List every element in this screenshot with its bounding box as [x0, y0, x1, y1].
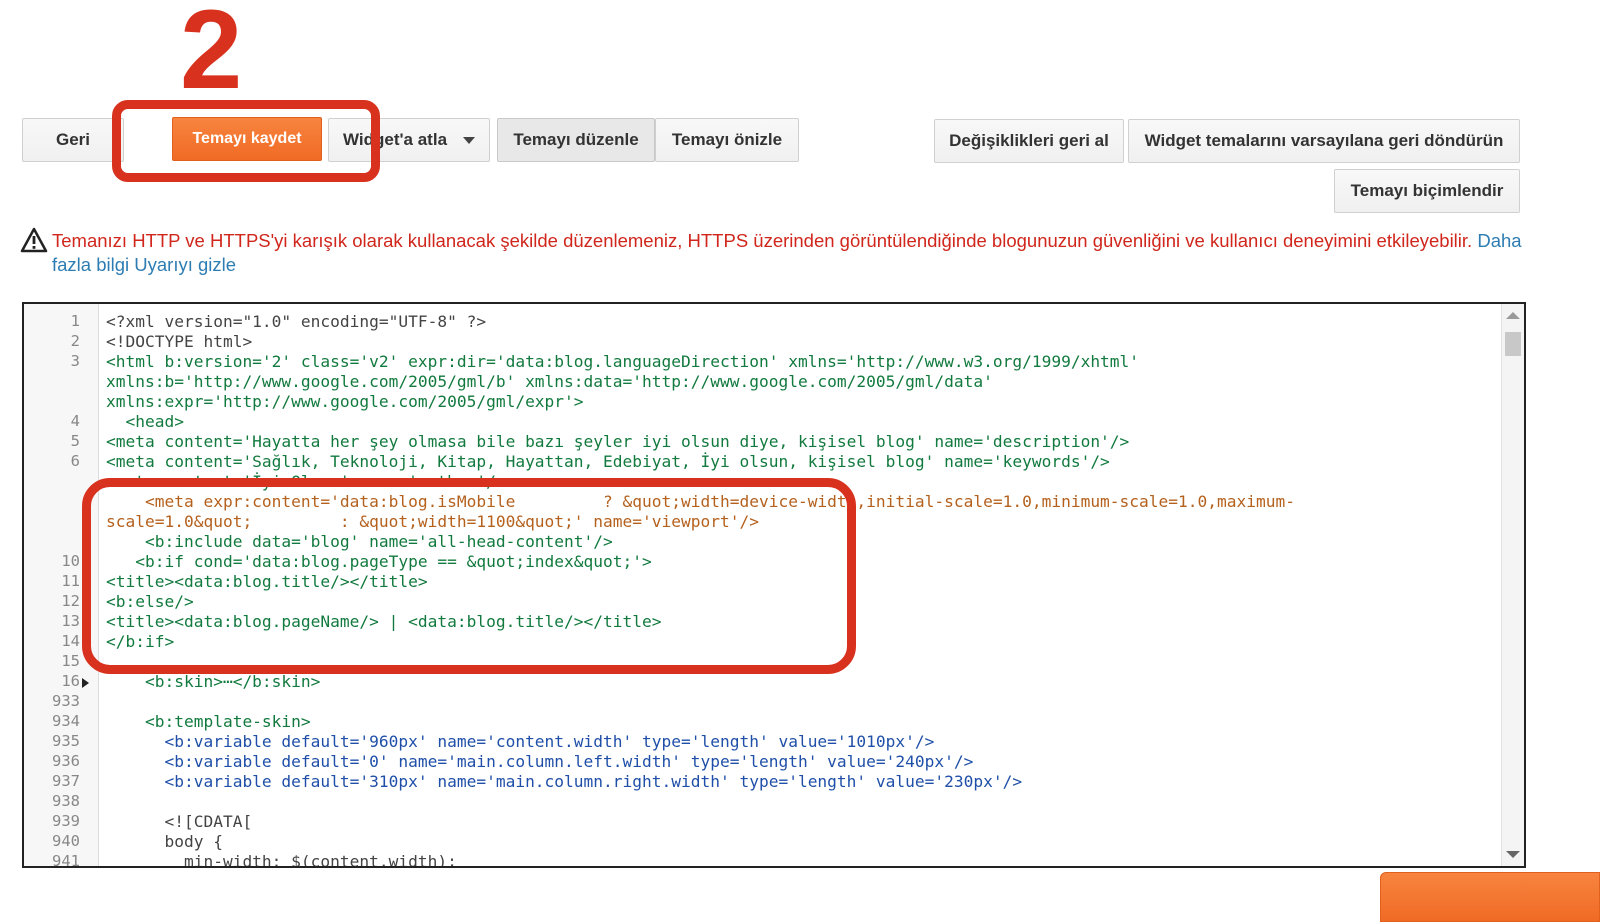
reset-widget-templates-button[interactable]: Widget temalarını varsayılana geri döndü…	[1128, 119, 1520, 163]
code-line: xmlns:b='http://www.google.com/2005/gml/…	[106, 372, 993, 391]
code-line: xmlns:expr='http://www.google.com/2005/g…	[106, 392, 584, 411]
caret-down-icon	[463, 136, 476, 144]
code-line: body {	[106, 832, 223, 851]
line-number: 4	[70, 412, 80, 430]
line-number: 934	[52, 712, 80, 730]
line-number: 935	[52, 732, 80, 750]
back-button[interactable]: Geri	[22, 118, 124, 162]
vertical-scrollbar[interactable]	[1501, 304, 1524, 866]
code-line: <meta content='Hayatta her şey olmasa bi…	[106, 432, 1130, 451]
line-number: 1	[70, 312, 80, 330]
line-number: 5	[70, 432, 80, 450]
line-number: 10	[61, 552, 80, 570]
warning-text: Temanızı HTTP ve HTTPS'yi karışık olarak…	[52, 230, 1473, 251]
annotation-box-save	[112, 100, 380, 182]
code-line: <b:skin>⋯</b:skin>	[106, 672, 321, 691]
warning-triangle-icon	[20, 227, 48, 258]
line-number: 13	[61, 612, 80, 630]
code-line: <b:variable default='0' name='main.colum…	[106, 752, 974, 771]
line-number: 936	[52, 752, 80, 770]
revert-changes-button[interactable]: Değişiklikleri geri al	[934, 119, 1124, 163]
warning-message: Temanızı HTTP ve HTTPS'yi karışık olarak…	[52, 229, 1532, 277]
line-number: 933	[52, 692, 80, 710]
format-theme-button[interactable]: Temayı biçimlendir	[1334, 169, 1520, 213]
preview-theme-button[interactable]: Temayı önizle	[655, 118, 799, 162]
line-number: 938	[52, 792, 80, 810]
code-line: <b:template-skin>	[106, 712, 311, 731]
code-line: <?xml version="1.0" encoding="UTF-8" ?>	[106, 312, 487, 331]
code-line: <meta content='Sağlık, Teknoloji, Kitap,…	[106, 452, 1110, 471]
code-line: <![CDATA[	[106, 812, 253, 831]
edit-theme-button[interactable]: Temayı düzenle	[497, 118, 655, 162]
code-line: <html b:version='2' class='v2' expr:dir=…	[106, 352, 1140, 371]
scroll-down-icon[interactable]	[1506, 851, 1520, 858]
bottom-orange-button[interactable]	[1380, 872, 1600, 922]
line-number: 940	[52, 832, 80, 850]
line-number: 2	[70, 332, 80, 350]
fold-arrow-icon[interactable]	[82, 678, 89, 688]
code-line: <head>	[106, 412, 184, 431]
line-number: 937	[52, 772, 80, 790]
code-line: min-width: $(content.width);	[106, 852, 457, 868]
code-line: <b:variable default='310px' name='main.c…	[106, 772, 1023, 791]
line-number: 14	[61, 632, 80, 650]
line-number: 6	[70, 452, 80, 470]
line-number: 15	[61, 652, 80, 670]
line-number: 12	[61, 592, 80, 610]
line-number: 16	[61, 672, 80, 690]
line-number: 941	[52, 852, 80, 868]
code-line: <!DOCTYPE html>	[106, 332, 253, 351]
scroll-up-icon[interactable]	[1506, 312, 1520, 319]
scrollbar-thumb[interactable]	[1505, 332, 1521, 356]
hide-warning-link[interactable]: Uyarıyı gizle	[134, 254, 236, 275]
annotation-box-code	[82, 478, 856, 674]
code-line: <b:variable default='960px' name='conten…	[106, 732, 935, 751]
annotation-step-2: 2	[180, 0, 243, 112]
line-number: 11	[61, 572, 80, 590]
line-number: 3	[70, 352, 80, 370]
line-number: 939	[52, 812, 80, 830]
